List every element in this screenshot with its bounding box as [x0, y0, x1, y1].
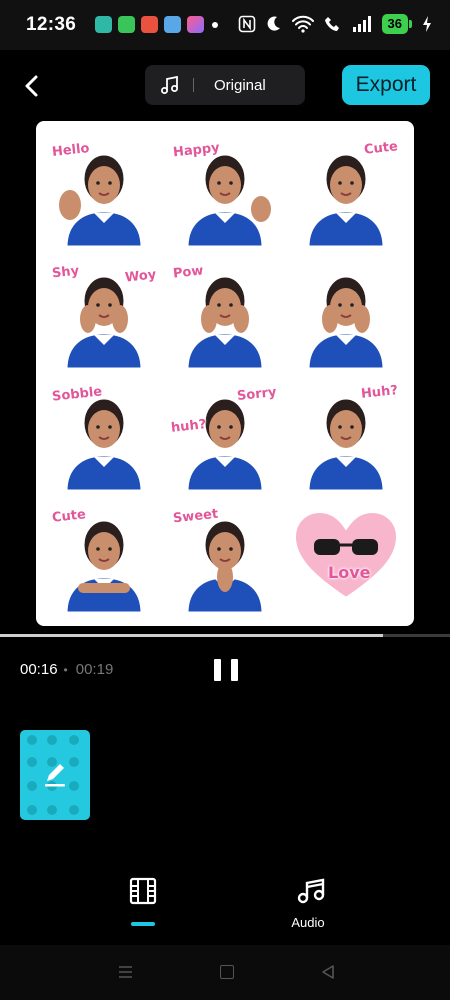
pause-bar-left: [214, 659, 221, 681]
film-strip-icon: [129, 877, 157, 905]
sticker: Happy: [169, 135, 281, 247]
current-time: 00:16: [20, 661, 58, 678]
video-preview[interactable]: Hello Happy Cute Shy Woy Pow Sobble Sorry huh? Hu…: [36, 121, 414, 626]
divider: [193, 78, 194, 92]
sticker: Love: [290, 501, 402, 613]
chat-app-icon: [95, 16, 112, 33]
nfc-icon: [238, 15, 255, 33]
sticker: [290, 257, 402, 369]
home-icon[interactable]: [220, 965, 234, 979]
clip-thumbnail[interactable]: [20, 730, 90, 820]
sticker-art: [306, 274, 386, 369]
sticker: Cute: [290, 135, 402, 247]
original-audio-button[interactable]: Original: [145, 65, 305, 105]
time-separator: •: [63, 662, 68, 677]
signal-icon: [352, 16, 371, 32]
back-button[interactable]: [20, 72, 44, 100]
sticker-art: [291, 508, 401, 602]
sticker-word: Love: [328, 563, 371, 582]
export-button[interactable]: Export: [342, 65, 430, 105]
calculator-app-icon: [118, 16, 135, 33]
more-notifications-icon: [212, 22, 218, 28]
playback-progress-fill: [0, 634, 383, 637]
battery-level: 36: [381, 14, 408, 34]
status-bar: 12:36 36: [0, 0, 450, 50]
sticker: Hello: [48, 135, 160, 247]
sticker: Sorry huh?: [169, 379, 281, 491]
sticker: Shy Woy: [48, 257, 160, 369]
sticker: Pow: [169, 257, 281, 369]
charging-icon: [423, 16, 431, 32]
sticker-word-secondary: Woy: [124, 267, 157, 286]
timecode: 00:16 • 00:19: [20, 661, 113, 678]
status-time: 12:36: [26, 14, 77, 35]
recent-apps-icon[interactable]: [118, 965, 133, 979]
tab-audio-label: Audio: [291, 915, 325, 930]
wifi-icon: [291, 15, 314, 33]
battery-tip: [409, 20, 412, 28]
music-note-icon: [297, 878, 325, 904]
sticker-grid: Hello Happy Cute Shy Woy Pow Sobble Sorry huh? Hu…: [48, 135, 402, 613]
photos-app-icon: [141, 16, 158, 33]
sticker: Sweet: [169, 501, 281, 613]
audio-source-label: Original: [214, 76, 266, 94]
system-navigation-bar: [0, 945, 450, 1000]
tab-audio[interactable]: Audio: [284, 876, 332, 930]
sticker-word: Pow: [172, 263, 205, 282]
app-switcher-icon: [187, 16, 204, 33]
battery-icon: 36: [381, 14, 412, 34]
moon-icon: [267, 16, 280, 31]
pause-bar-right: [231, 659, 238, 681]
wifi-call-icon: [324, 17, 339, 31]
pause-button[interactable]: [214, 659, 238, 681]
system-back-icon[interactable]: [320, 964, 336, 980]
sticker-word: Shy: [51, 263, 80, 282]
gallery-app-icon: [164, 16, 181, 33]
active-tab-indicator: [131, 922, 155, 926]
playback-progress-bar[interactable]: [0, 634, 450, 637]
sticker: Sobble: [48, 379, 160, 491]
edit-pencil-icon: [45, 764, 65, 787]
tab-video[interactable]: [126, 876, 160, 915]
sticker: Huh?: [290, 379, 402, 491]
system-status-icons: 36: [238, 14, 432, 34]
notification-icons: [95, 16, 218, 33]
total-time: 00:19: [75, 661, 114, 678]
music-note-icon: [161, 75, 178, 94]
sticker: Cute: [48, 501, 160, 613]
